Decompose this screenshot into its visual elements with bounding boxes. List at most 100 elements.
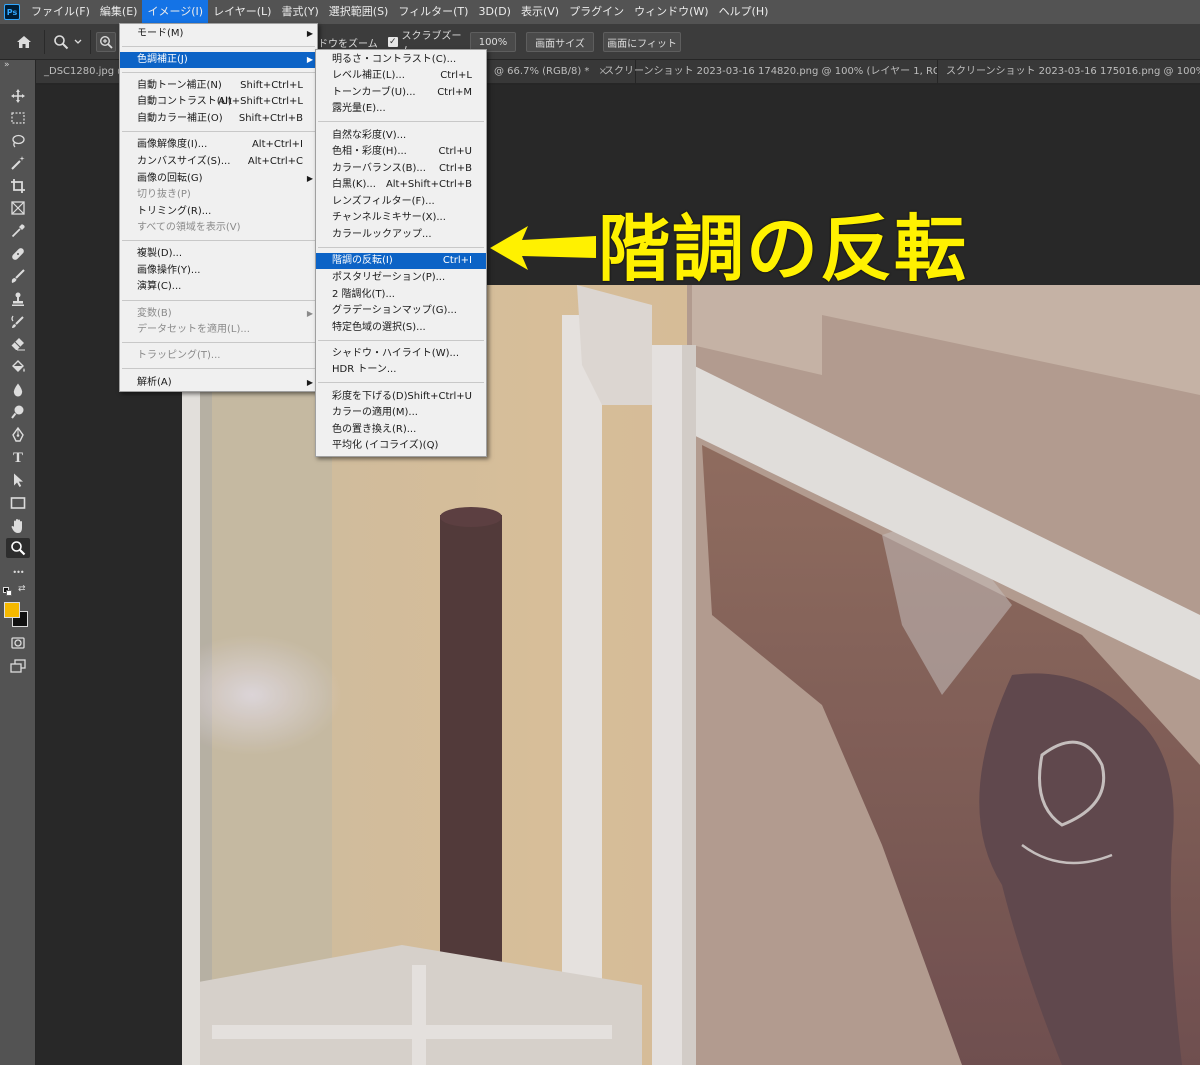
menu-item-exposure[interactable]: 露光量(E)... xyxy=(316,101,486,117)
brush-tool-icon[interactable] xyxy=(6,266,30,286)
menu-layer[interactable]: レイヤー(L) xyxy=(208,0,276,24)
menu-item-auto-tone[interactable]: 自動トーン補正(N) Shift+Ctrl+L xyxy=(120,78,317,94)
tab-dsc1280[interactable]: _DSC1280.jpg @ xyxy=(36,60,120,84)
home-icon[interactable] xyxy=(12,32,36,52)
fit-screen-size-button[interactable]: 画面サイズ xyxy=(526,32,594,52)
menu-item-photo-filter[interactable]: レンズフィルター(F)... xyxy=(316,194,486,210)
dodge-tool-icon[interactable] xyxy=(6,402,30,422)
menu-item-apply-image[interactable]: 画像操作(Y)... xyxy=(120,263,317,279)
type-tool-icon[interactable]: T xyxy=(6,448,30,468)
menu-item-image-size[interactable]: 画像解像度(I)... Alt+Ctrl+I xyxy=(120,137,317,153)
menu-item-canvas-size[interactable]: カンバスサイズ(S)... Alt+Ctrl+C xyxy=(120,154,317,170)
path-selection-tool-icon[interactable] xyxy=(6,470,30,490)
hand-tool-icon[interactable] xyxy=(6,516,30,536)
menu-view[interactable]: 表示(V) xyxy=(516,0,564,24)
menubar: Ps ファイル(F) 編集(E) イメージ(I) レイヤー(L) 書式(Y) 選… xyxy=(0,0,1200,24)
swap-colors-icon[interactable]: ⇄ xyxy=(18,584,26,594)
menu-item-color-balance[interactable]: カラーバランス(B)... Ctrl+B xyxy=(316,161,486,177)
menu-item-duplicate[interactable]: 複製(D)... xyxy=(120,246,317,262)
menu-item-variables[interactable]: 変数(B) ▶ xyxy=(120,306,317,322)
eyedropper-tool-icon[interactable] xyxy=(6,221,30,241)
menu-item-crop[interactable]: 切り抜き(P) xyxy=(120,187,317,203)
paint-bucket-tool-icon[interactable] xyxy=(6,357,30,377)
menu-item-hue-saturation[interactable]: 色相・彩度(H)... Ctrl+U xyxy=(316,144,486,160)
menu-item-analysis[interactable]: 解析(A) ▶ xyxy=(120,375,317,391)
menu-image[interactable]: イメージ(I) xyxy=(142,0,209,24)
tab-label: @ 66.7% (RGB/8) * xyxy=(494,66,590,77)
zoom-tool-preset-icon[interactable] xyxy=(50,32,72,52)
menu-item-trim[interactable]: トリミング(R)... xyxy=(120,204,317,220)
options-divider xyxy=(90,30,91,54)
menu-item-apply-data-set[interactable]: データセットを適用(L)... xyxy=(120,322,317,338)
menu-item-image-rotation[interactable]: 画像の回転(G) ▶ xyxy=(120,171,317,187)
menu-item-invert[interactable]: 階調の反転(I) Ctrl+I xyxy=(316,253,486,269)
zoom-in-icon[interactable] xyxy=(96,32,116,52)
menu-item-levels[interactable]: レベル補正(L)... Ctrl+L xyxy=(316,68,486,84)
menu-item-mode[interactable]: モード(M) ▶ xyxy=(120,26,317,42)
menu-item-curves[interactable]: トーンカーブ(U)... Ctrl+M xyxy=(316,85,486,101)
menu-item-posterize[interactable]: ポスタリゼーション(P)... xyxy=(316,270,486,286)
menu-item-match-color[interactable]: カラーの適用(M)... xyxy=(316,405,486,421)
menu-item-channel-mixer[interactable]: チャンネルミキサー(X)... xyxy=(316,210,486,226)
quick-mask-icon[interactable] xyxy=(6,633,30,653)
menu-file[interactable]: ファイル(F) xyxy=(26,0,95,24)
menu-item-desaturate[interactable]: 彩度を下げる(D) Shift+Ctrl+U xyxy=(316,389,486,405)
menu-item-brightness-contrast[interactable]: 明るさ・コントラスト(C)... xyxy=(316,52,486,68)
menu-filter[interactable]: フィルター(T) xyxy=(393,0,473,24)
magic-wand-tool-icon[interactable] xyxy=(6,153,30,173)
zoom-tool-icon[interactable] xyxy=(6,538,30,558)
menu-edit[interactable]: 編集(E) xyxy=(95,0,143,24)
menu-item-vibrance[interactable]: 自然な彩度(V)... xyxy=(316,128,486,144)
pen-tool-icon[interactable] xyxy=(6,425,30,445)
callout-arrow-icon xyxy=(490,226,596,270)
tab-label: スクリーンショット 2023-03-16 175016.png @ 100% (… xyxy=(946,66,1200,77)
menu-item-calculations[interactable]: 演算(C)... xyxy=(120,279,317,295)
menu-item-reveal-all[interactable]: すべての領域を表示(V) xyxy=(120,220,317,236)
tools-panel: » T ••• ⇄ xyxy=(0,60,36,1065)
menu-item-hdr-toning[interactable]: HDR トーン... xyxy=(316,362,486,378)
menu-3d[interactable]: 3D(D) xyxy=(473,0,516,24)
annotation-callout: 階調の反転 xyxy=(598,207,969,291)
menu-help[interactable]: ヘルプ(H) xyxy=(714,0,774,24)
tab-screenshot-175016[interactable]: スクリーンショット 2023-03-16 175016.png @ 100% (… xyxy=(938,60,1200,84)
frame-tool-icon[interactable] xyxy=(6,198,30,218)
collapse-panel-icon[interactable]: » xyxy=(4,60,10,70)
menu-item-color-lookup[interactable]: カラールックアップ... xyxy=(316,227,486,243)
photoshop-logo-icon[interactable]: Ps xyxy=(4,4,20,20)
tab-screenshot-174820[interactable]: スクリーンショット 2023-03-16 174820.png @ 100% (… xyxy=(596,60,938,84)
menu-item-adjustments[interactable]: 色調補正(J) ▶ xyxy=(120,52,317,68)
rectangle-tool-icon[interactable] xyxy=(6,493,30,513)
menu-item-gradient-map[interactable]: グラデーションマップ(G)... xyxy=(316,303,486,319)
menu-item-threshold[interactable]: 2 階調化(T)... xyxy=(316,287,486,303)
default-colors-icon[interactable] xyxy=(3,587,13,597)
menu-type[interactable]: 書式(Y) xyxy=(276,0,323,24)
foreground-color-swatch[interactable] xyxy=(4,602,20,618)
menu-item-auto-color[interactable]: 自動カラー補正(O) Shift+Ctrl+B xyxy=(120,111,317,127)
healing-brush-tool-icon[interactable] xyxy=(6,244,30,264)
menu-item-selective-color[interactable]: 特定色域の選択(S)... xyxy=(316,320,486,336)
menu-item-replace-color[interactable]: 色の置き換え(R)... xyxy=(316,422,486,438)
eraser-tool-icon[interactable] xyxy=(6,334,30,354)
menu-item-trap[interactable]: トラッピング(T)... xyxy=(120,348,317,364)
tab-label: _DSC1280.jpg @ xyxy=(44,66,120,77)
image-menu-dropdown: モード(M) ▶ 色調補正(J) ▶ 自動トーン補正(N) Shift+Ctrl+L … xyxy=(119,23,318,392)
marquee-tool-icon[interactable] xyxy=(6,108,30,128)
more-tools-icon[interactable]: ••• xyxy=(6,562,30,582)
blur-tool-icon[interactable] xyxy=(6,380,30,400)
clone-stamp-tool-icon[interactable] xyxy=(6,289,30,309)
menu-item-shadows-highlights[interactable]: シャドウ・ハイライト(W)... xyxy=(316,346,486,362)
crop-tool-icon[interactable] xyxy=(6,176,30,196)
menu-item-auto-contrast[interactable]: 自動コントラスト(U) Alt+Shift+Ctrl+L xyxy=(120,94,317,110)
fit-screen-button[interactable]: 画面にフィット xyxy=(603,32,681,52)
screen-mode-icon[interactable] xyxy=(6,656,30,676)
menu-item-black-white[interactable]: 白黒(K)... Alt+Shift+Ctrl+B xyxy=(316,177,486,193)
history-brush-tool-icon[interactable] xyxy=(6,312,30,332)
menu-plugins[interactable]: プラグイン xyxy=(564,0,629,24)
menu-item-equalize[interactable]: 平均化 (イコライズ)(Q) xyxy=(316,438,486,454)
adjustments-submenu: 明るさ・コントラスト(C)... レベル補正(L)... Ctrl+L トーンカー… xyxy=(315,49,487,457)
move-tool-icon[interactable] xyxy=(6,86,30,106)
menu-select[interactable]: 選択範囲(S) xyxy=(324,0,394,24)
lasso-tool-icon[interactable] xyxy=(6,131,30,151)
menu-window[interactable]: ウィンドウ(W) xyxy=(629,0,713,24)
chevron-down-icon[interactable] xyxy=(72,32,84,52)
